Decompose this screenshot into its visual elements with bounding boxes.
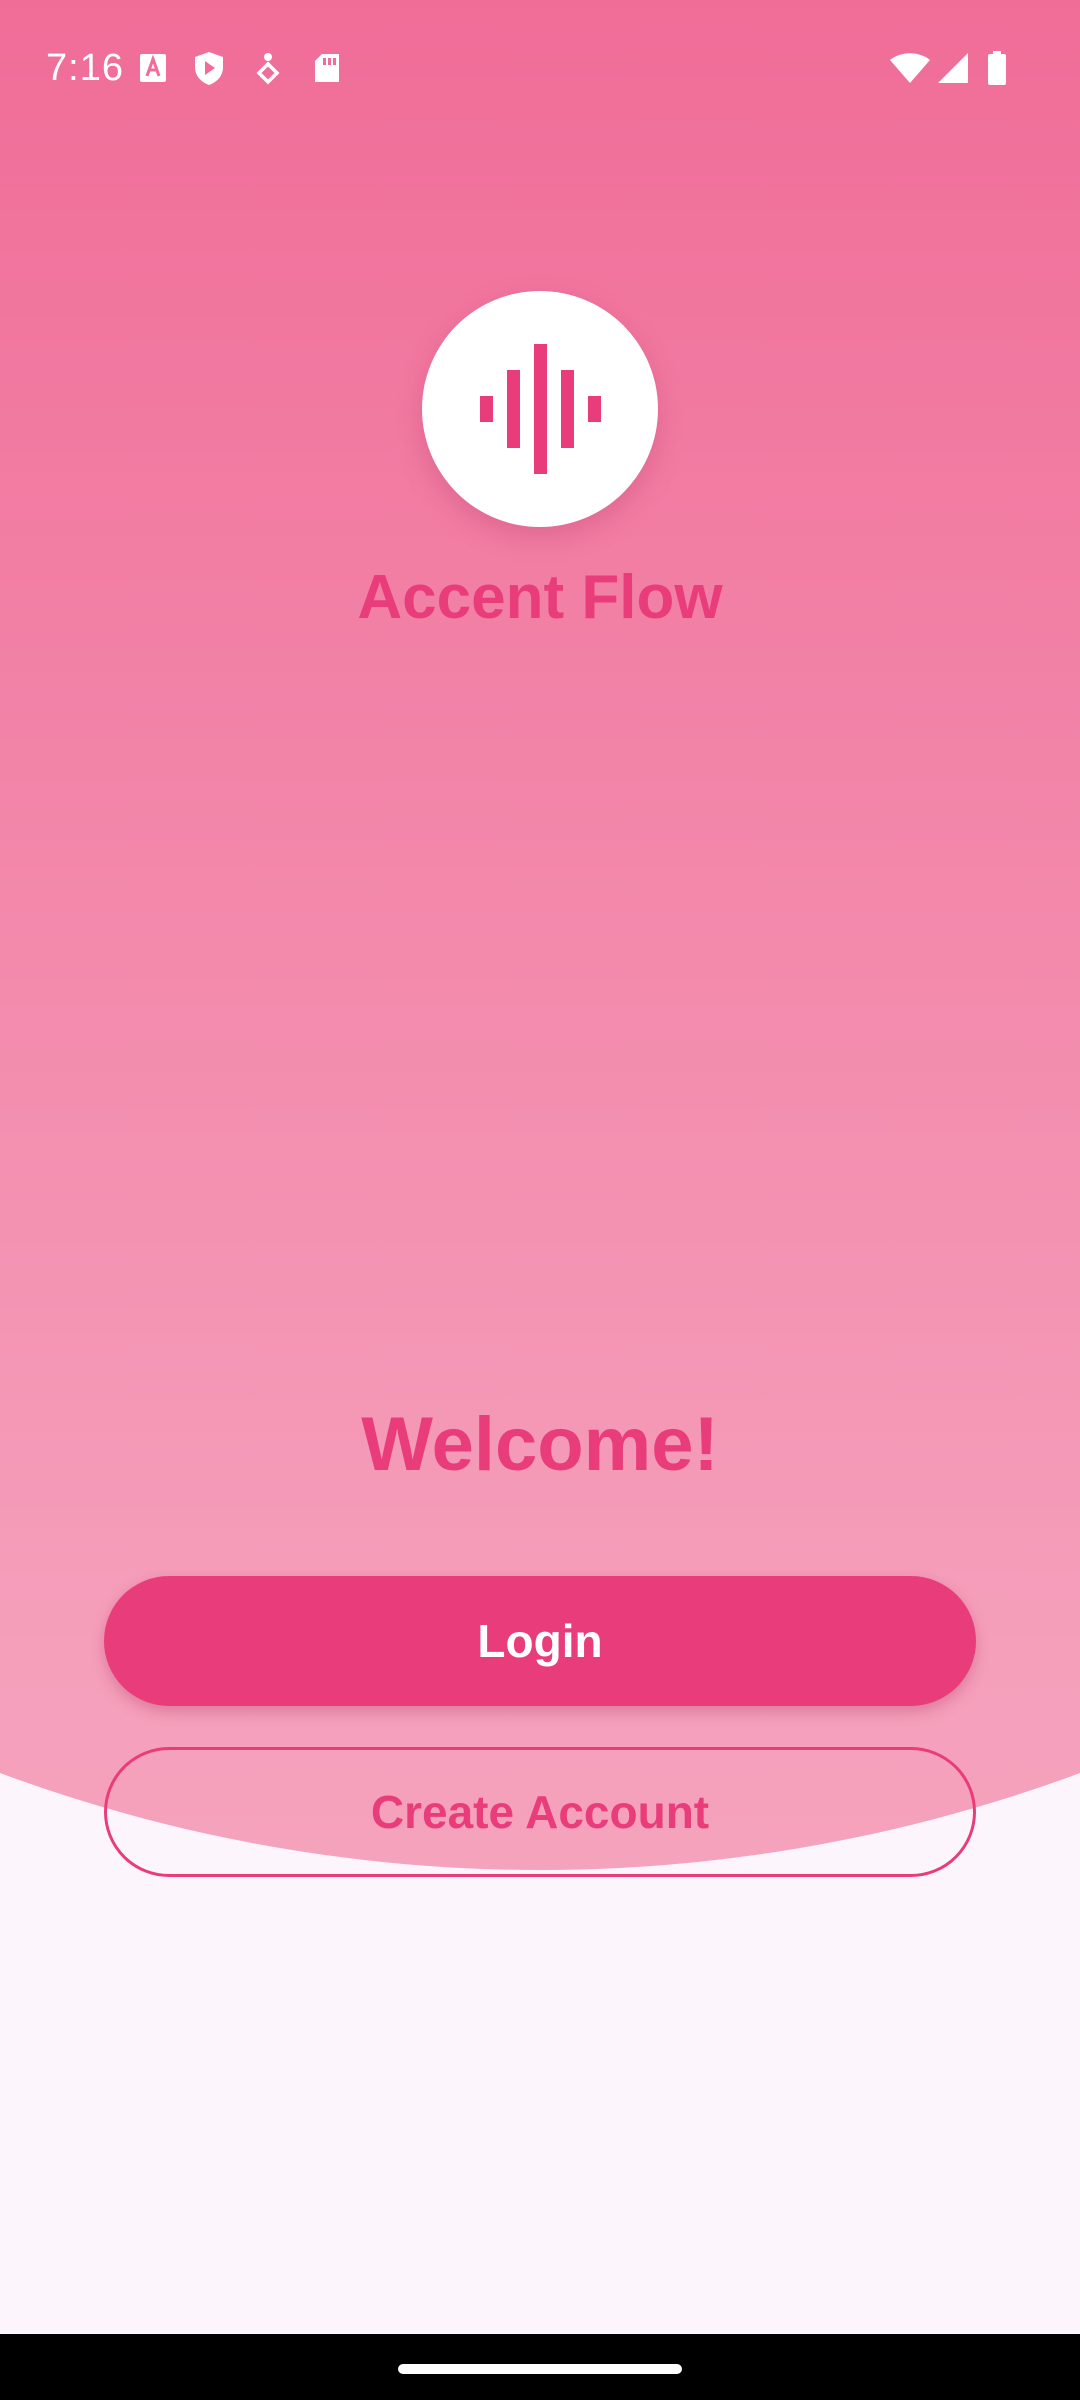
sound-wave-icon — [480, 344, 601, 474]
battery-icon — [988, 51, 1006, 85]
status-time: 7:16 — [46, 47, 124, 89]
accessibility-icon — [256, 53, 280, 85]
home-indicator[interactable] — [398, 2364, 682, 2374]
welcome-screen: 7:16 Accent Flow Welcome! Login Create A… — [0, 0, 1080, 2400]
sd-card-icon — [315, 54, 339, 82]
cellular-signal-icon — [938, 53, 968, 83]
welcome-heading: Welcome! — [361, 1402, 719, 1487]
wifi-icon — [890, 53, 930, 83]
shield-play-icon — [195, 52, 223, 85]
login-button[interactable]: Login — [104, 1576, 976, 1706]
font-a-icon — [140, 54, 166, 82]
app-name: Accent Flow — [357, 563, 723, 632]
status-bar: 7:16 — [0, 0, 1080, 136]
app-logo — [422, 291, 658, 527]
create-account-button[interactable]: Create Account — [104, 1747, 976, 1877]
